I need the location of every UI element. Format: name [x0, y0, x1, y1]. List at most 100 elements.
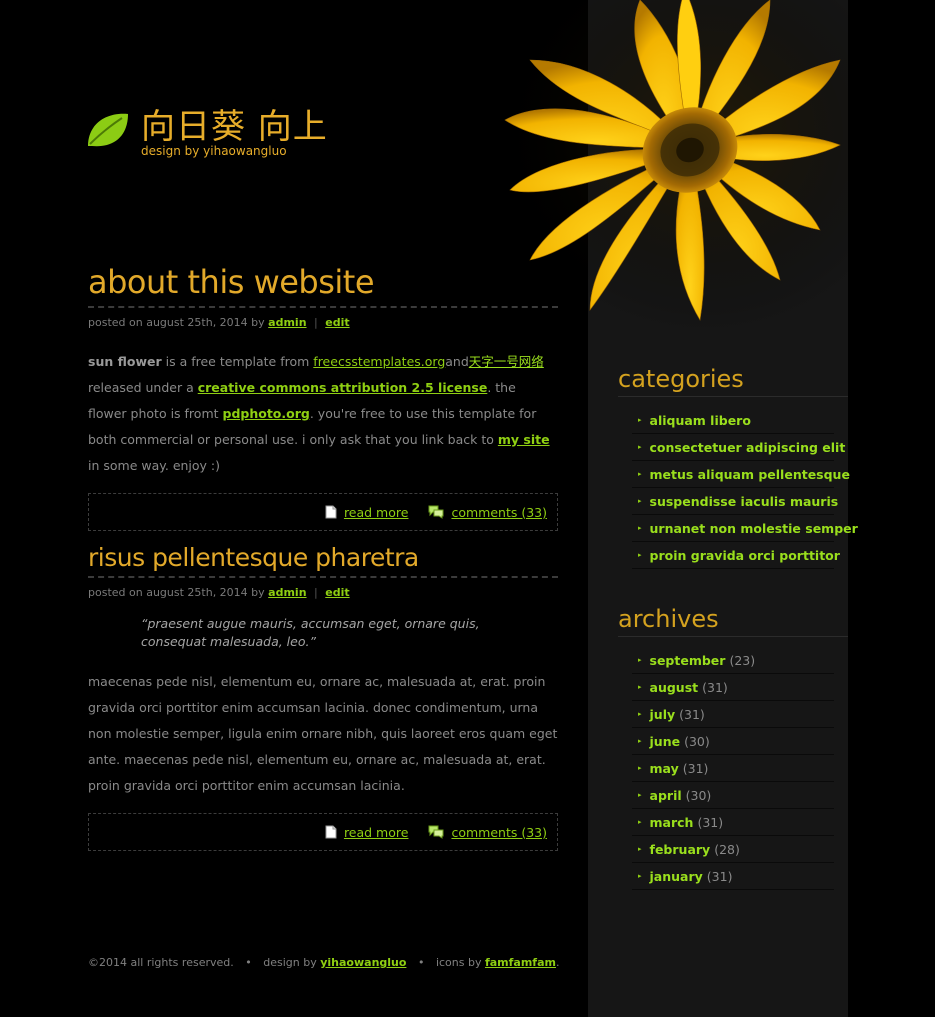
category-link[interactable]: proin gravida orci porttitor	[650, 548, 840, 563]
post-body: sun flower is a free template from freec…	[88, 349, 558, 479]
post-title: risus pellentesque pharetra	[88, 542, 558, 578]
yihao-link[interactable]: 天字一号网络	[469, 354, 544, 369]
bullet-icon: ▸	[638, 737, 642, 745]
page-footer: ©2014 all rights reserved. • design by y…	[88, 956, 559, 969]
archive-link[interactable]: may	[650, 761, 679, 776]
category-item: ▸ consectetuer adipiscing elit	[632, 434, 845, 461]
archive-link[interactable]: june	[650, 734, 681, 749]
post-text: in some way. enjoy :)	[88, 458, 221, 473]
category-item: ▸ suspendisse iaculis mauris	[632, 488, 838, 515]
archive-count: (30)	[684, 733, 710, 749]
archive-count: (31)	[679, 706, 705, 722]
page-icon	[325, 505, 337, 519]
archive-count: (31)	[682, 760, 709, 776]
bullet-icon: ▸	[638, 443, 642, 451]
archives-section: archives ▸ september (23) ▸ august (31) ▸ jul…	[618, 604, 848, 890]
post-meta: posted on august 25th, 2014 by admin | e…	[88, 586, 558, 599]
bullet-icon: ▸	[638, 683, 642, 691]
post-footer: read more comments (33)	[88, 813, 558, 851]
bullet-icon: ▸	[638, 710, 642, 718]
archive-item: ▸ august (31)	[632, 674, 834, 701]
categories-section: categories ▸ aliquam libero ▸ consectetuer…	[618, 364, 858, 569]
my-site-link[interactable]: my site	[498, 432, 550, 447]
bullet-icon: ▸	[638, 872, 642, 880]
category-item: ▸ aliquam libero	[632, 407, 834, 434]
archive-link[interactable]: september	[650, 653, 726, 668]
read-more: read more	[325, 505, 409, 520]
freecsstemplates-link[interactable]: freecsstemplates.org	[313, 354, 445, 369]
author-link[interactable]: admin	[268, 316, 306, 329]
post-about: about this website posted on august 25th…	[88, 262, 558, 531]
bullet-icon: ▸	[638, 764, 642, 772]
categories-list: ▸ aliquam libero ▸ consectetuer adipiscing…	[632, 407, 858, 569]
license-link[interactable]: creative commons attribution 2.5 license	[198, 380, 488, 395]
archive-link[interactable]: july	[650, 707, 676, 722]
comments-icon	[428, 505, 444, 519]
read-more-link[interactable]: read more	[344, 825, 409, 840]
archive-count: (30)	[685, 787, 712, 803]
read-more-link[interactable]: read more	[344, 505, 409, 520]
category-item: ▸ proin gravida orci porttitor	[632, 542, 840, 569]
comments-link[interactable]: comments (33)	[451, 505, 547, 520]
post-lead: sun flower	[88, 354, 162, 369]
archive-item: ▸ february (28)	[632, 836, 834, 863]
category-link[interactable]: urnanet non molestie semper	[650, 521, 858, 536]
archive-link[interactable]: january	[650, 869, 703, 884]
copyright: ©2014 all rights reserved.	[88, 956, 234, 969]
archive-count: (31)	[697, 814, 724, 830]
author-link[interactable]: admin	[268, 586, 306, 599]
site-title: 向日葵 向上	[141, 107, 328, 147]
archive-item: ▸ june (30)	[632, 728, 834, 755]
archive-count: (28)	[714, 841, 740, 857]
category-link[interactable]: suspendisse iaculis mauris	[650, 494, 839, 509]
archive-link[interactable]: august	[650, 680, 699, 695]
archive-link[interactable]: february	[650, 842, 711, 857]
archive-count: (23)	[729, 652, 756, 668]
archive-item: ▸ march (31)	[632, 809, 834, 836]
archive-item: ▸ january (31)	[632, 863, 834, 890]
pdphoto-link[interactable]: pdphoto.org	[223, 406, 310, 421]
post-body: maecenas pede nisl, elementum eu, ornare…	[88, 674, 558, 793]
post-meta-text: posted on august 25th, 2014 by	[88, 586, 265, 599]
category-link[interactable]: aliquam libero	[650, 413, 751, 428]
edit-link[interactable]: edit	[325, 586, 349, 599]
icons-by-label: icons by	[435, 956, 482, 969]
comments-link[interactable]: comments (33)	[451, 825, 547, 840]
bullet-icon: ▸	[638, 818, 642, 826]
post-title: about this website	[88, 262, 558, 308]
bullet-icon: ▸	[638, 791, 642, 799]
blockquote: “praesent augue mauris, accumsan eget, o…	[141, 616, 480, 649]
bullet-icon: ▸	[638, 551, 642, 559]
bullet-icon: ▸	[638, 656, 642, 664]
post-text: released under a	[88, 380, 198, 395]
category-item: ▸ metus aliquam pellentesque	[632, 461, 850, 488]
edit-link[interactable]: edit	[325, 316, 349, 329]
bullet-icon: ▸	[638, 524, 642, 532]
comments-icon	[428, 825, 444, 839]
post-footer: read more comments (33)	[88, 493, 558, 531]
post-meta: posted on august 25th, 2014 by admin | e…	[88, 316, 558, 329]
designer-link[interactable]: yihaowangluo	[320, 956, 406, 969]
read-more: read more	[325, 825, 409, 840]
bullet-icon: ▸	[638, 845, 642, 853]
category-link[interactable]: consectetuer adipiscing elit	[650, 440, 846, 455]
post-text: and	[445, 354, 469, 369]
archive-item: ▸ july (31)	[632, 701, 834, 728]
meta-separator: |	[314, 316, 318, 329]
bullet-icon: ▸	[638, 416, 642, 424]
meta-separator: |	[314, 586, 318, 599]
archive-link[interactable]: april	[650, 788, 682, 803]
archive-count: (31)	[706, 868, 733, 884]
footer-period: .	[555, 956, 560, 969]
design-by-label: design by	[263, 956, 317, 969]
footer-separator: •	[245, 956, 252, 969]
famfamfam-link[interactable]: famfamfam	[485, 956, 556, 969]
categories-title: categories	[618, 364, 848, 397]
archive-count: (31)	[702, 679, 728, 695]
archive-link[interactable]: march	[650, 815, 694, 830]
comments: comments (33)	[428, 505, 547, 520]
category-item: ▸ urnanet non molestie semper	[632, 515, 858, 542]
archive-item: ▸ may (31)	[632, 755, 834, 782]
page-icon	[325, 825, 337, 839]
category-link[interactable]: metus aliquam pellentesque	[650, 467, 850, 482]
